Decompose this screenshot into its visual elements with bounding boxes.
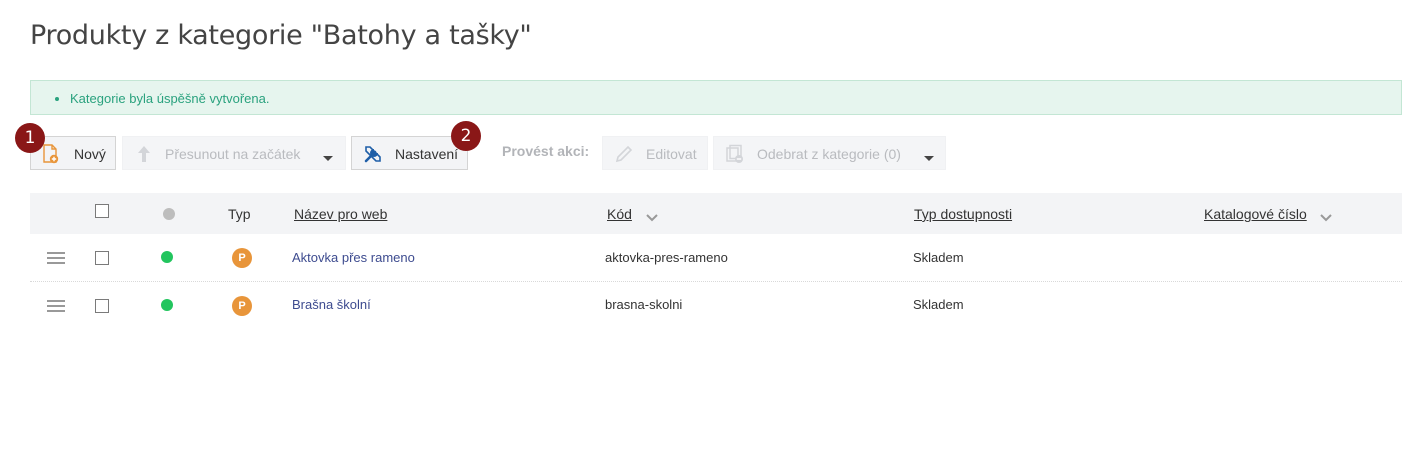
move-to-start-label: Přesunout na začátek — [165, 146, 301, 162]
pencil-icon — [615, 145, 633, 166]
sort-chevron-icon[interactable] — [646, 209, 658, 227]
flash-message-text: Kategorie byla úspěšně vytvořena. — [70, 91, 270, 106]
product-type-icon: P — [232, 296, 252, 316]
table-row[interactable]: P Aktovka přes rameno aktovka-pres-ramen… — [30, 234, 1402, 282]
edit-button[interactable]: Editovat — [602, 136, 708, 170]
edit-button-label: Editovat — [646, 146, 697, 162]
flash-bullet — [55, 97, 59, 101]
product-code: aktovka-pres-rameno — [605, 250, 728, 265]
step-badge-2: 2 — [451, 121, 481, 151]
table-header: Typ Název pro web Kód Typ dostupnosti Ka… — [30, 193, 1402, 234]
arrow-up-icon — [136, 145, 152, 166]
tools-icon — [363, 144, 383, 167]
remove-from-category-label: Odebrat z kategorie (0) — [757, 146, 901, 162]
column-header-availability[interactable]: Typ dostupnosti — [914, 206, 1012, 222]
table-row[interactable]: P Brašna školní brasna-skolni Skladem — [30, 282, 1402, 329]
move-to-start-button[interactable]: Přesunout na začátek — [122, 136, 346, 170]
step-badge-1: 1 — [15, 123, 45, 153]
row-checkbox[interactable] — [95, 299, 109, 313]
product-name-link[interactable]: Brašna školní — [292, 297, 371, 312]
page-title: Produkty z kategorie "Batohy a tašky" — [30, 20, 532, 51]
status-header-dot — [163, 208, 175, 220]
column-header-name[interactable]: Název pro web — [294, 206, 387, 222]
drag-handle-icon[interactable] — [47, 252, 65, 267]
new-document-icon — [42, 144, 60, 167]
chevron-down-icon[interactable] — [923, 150, 935, 166]
actions-label: Provést akci: — [502, 143, 590, 159]
product-name-link[interactable]: Aktovka přes rameno — [292, 250, 415, 265]
column-header-catalog-number[interactable]: Katalogové číslo — [1204, 206, 1307, 222]
status-dot — [161, 299, 173, 311]
select-all-checkbox[interactable] — [95, 204, 109, 218]
product-availability: Skladem — [913, 250, 964, 265]
remove-from-category-button[interactable]: Odebrat z kategorie (0) — [713, 136, 946, 170]
column-header-type: Typ — [228, 206, 251, 222]
chevron-down-icon[interactable] — [322, 150, 334, 166]
flash-message: Kategorie byla úspěšně vytvořena. — [30, 80, 1402, 115]
sort-chevron-icon[interactable] — [1320, 209, 1332, 227]
row-checkbox[interactable] — [95, 251, 109, 265]
new-button-label: Nový — [74, 146, 106, 162]
drag-handle-icon[interactable] — [47, 300, 65, 315]
product-type-icon: P — [232, 248, 252, 268]
settings-button-label: Nastavení — [395, 146, 459, 162]
product-code: brasna-skolni — [605, 297, 683, 312]
product-availability: Skladem — [913, 297, 964, 312]
settings-button[interactable]: Nastavení — [351, 136, 468, 170]
status-dot — [161, 251, 173, 263]
column-header-code[interactable]: Kód — [607, 206, 632, 222]
remove-from-category-icon — [725, 144, 745, 167]
